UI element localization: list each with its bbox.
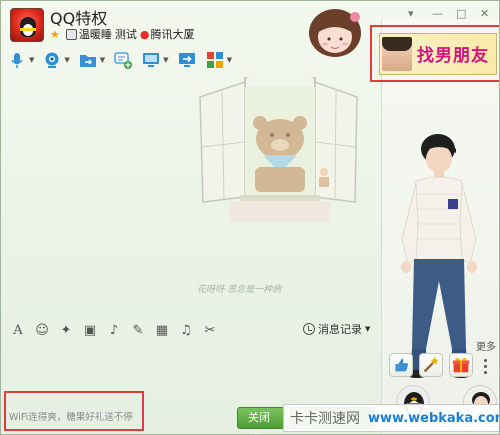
chat-toolbar: ▼ ▼ ▼ ▼ ▼ bbox=[7, 48, 240, 72]
qq-chat-window: QQ特权 ★ 温暖睡 测试 ● 腾讯大厦 ▾ — □ ✕ ▼ ▼ ▼ ▼ ▼ 花… bbox=[0, 0, 500, 435]
clock-icon bbox=[303, 323, 315, 335]
shake-icon[interactable]: ▣ bbox=[81, 321, 99, 339]
microphone-icon bbox=[11, 53, 23, 68]
font-icon[interactable]: A bbox=[9, 321, 27, 339]
monitor-icon bbox=[143, 53, 160, 67]
image-icon[interactable]: ▦ bbox=[153, 321, 171, 339]
edit-icon[interactable]: ✎ bbox=[129, 321, 147, 339]
magic-wand-icon bbox=[423, 356, 439, 373]
contact-avatar[interactable] bbox=[10, 8, 44, 42]
remote-assist-button[interactable] bbox=[177, 50, 197, 70]
site-watermark: 卡卡测速网 www.webkaka.com bbox=[283, 404, 500, 432]
close-button[interactable]: 关闭(C) bbox=[237, 407, 285, 434]
more-options-icon[interactable] bbox=[476, 355, 494, 377]
message-record-button[interactable]: 消息记录 ▼ bbox=[303, 321, 370, 337]
chevron-down-icon: ▼ bbox=[365, 325, 371, 333]
music-icon[interactable]: ♫ bbox=[177, 321, 195, 339]
apps-button[interactable]: ▼ bbox=[205, 50, 232, 70]
message-add-button[interactable] bbox=[113, 50, 133, 70]
chat-add-icon bbox=[114, 52, 133, 69]
folder-transfer-icon bbox=[79, 55, 96, 67]
banner-photo bbox=[382, 37, 412, 71]
ad-banner[interactable]: 找男朋友 bbox=[379, 33, 497, 75]
magic-wand-button[interactable] bbox=[419, 353, 443, 377]
emoji-icon[interactable]: ☺ bbox=[33, 321, 51, 339]
illustration-caption: 花呀呀-思念是一种病 bbox=[197, 285, 282, 295]
video-call-button[interactable]: ▼ bbox=[42, 50, 70, 70]
screen-share-button[interactable]: ▼ bbox=[141, 50, 169, 70]
webcam-icon bbox=[45, 52, 59, 68]
like-button[interactable] bbox=[389, 353, 413, 377]
remote-desktop-icon bbox=[178, 53, 195, 67]
voice-call-button[interactable]: ▼ bbox=[7, 50, 34, 70]
file-transfer-button[interactable]: ▼ bbox=[78, 50, 105, 70]
gift-button[interactable] bbox=[449, 353, 473, 377]
star-icon: ★ bbox=[50, 27, 60, 41]
ad-banner-text: 找男朋友 bbox=[417, 46, 489, 66]
voice-input-icon[interactable]: ♪ bbox=[105, 321, 123, 339]
thumbs-up-icon bbox=[395, 358, 408, 372]
status-item-1: 测试 bbox=[114, 28, 137, 41]
input-ad-text[interactable]: WiFi连得爽，糖果好礼送不停 bbox=[9, 409, 133, 423]
message-history-area[interactable]: 花呀呀-思念是一种病 bbox=[1, 77, 379, 312]
window-bear-illustration bbox=[199, 77, 358, 221]
girl-illustration bbox=[309, 9, 361, 57]
magic-icon[interactable]: ✦ bbox=[57, 321, 75, 339]
apps-grid-icon bbox=[206, 52, 223, 68]
watermark-text: 卡卡测速网 bbox=[290, 411, 360, 427]
more-label[interactable]: 更多 bbox=[476, 338, 496, 353]
location-pin-icon: ● bbox=[139, 27, 150, 41]
contact-status-line: ★ 温暖睡 测试 ● 腾讯大厦 bbox=[50, 26, 194, 42]
status-item-2[interactable]: 腾讯大厦 bbox=[150, 26, 194, 42]
message-record-label: 消息记录 bbox=[318, 323, 362, 336]
status-item-0: 温暖睡 bbox=[78, 28, 112, 41]
gift-icon bbox=[452, 357, 470, 373]
car-icon bbox=[65, 28, 77, 40]
screenshot-icon[interactable]: ✂ bbox=[201, 321, 219, 339]
watermark-url: www.webkaka.com bbox=[368, 410, 500, 426]
